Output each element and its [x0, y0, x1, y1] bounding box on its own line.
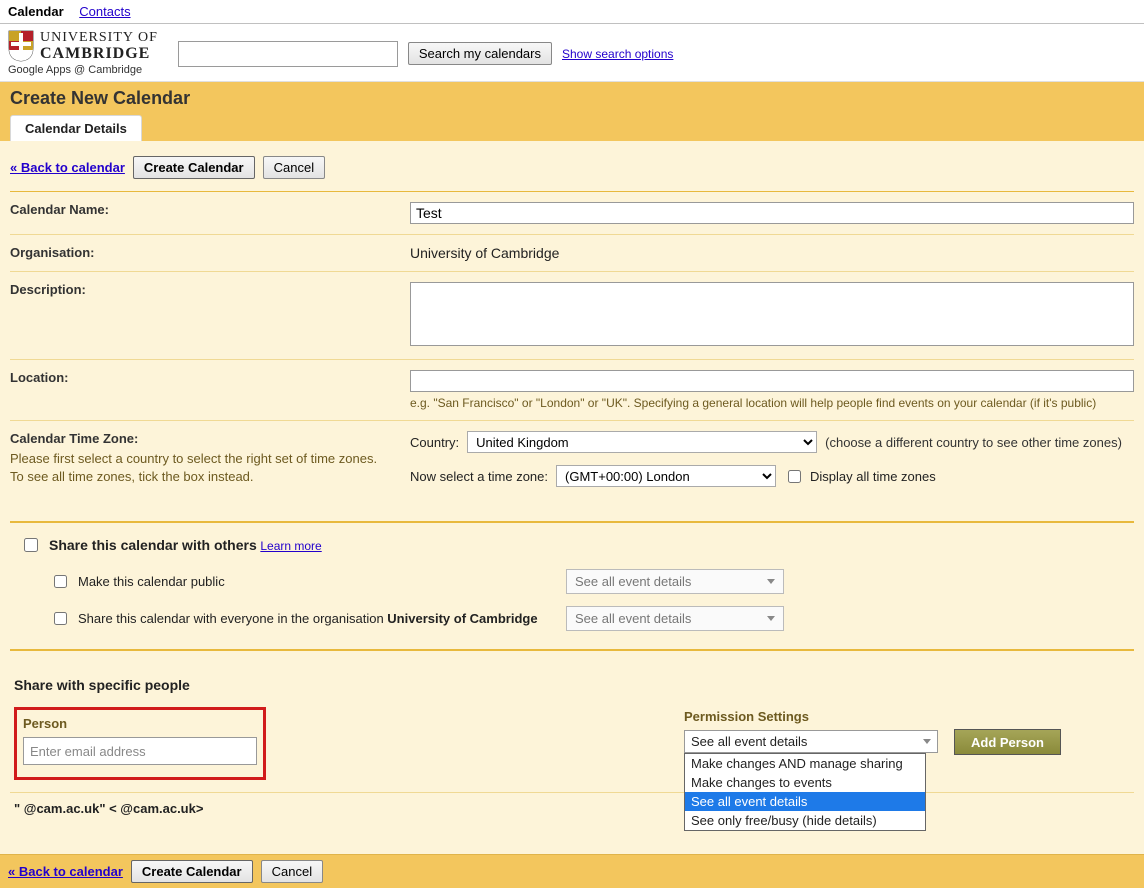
create-calendar-button-bottom[interactable]: Create Calendar: [131, 860, 253, 883]
org-logo: UNIVERSITY OF CAMBRIDGE Google Apps @ Ca…: [8, 30, 158, 77]
person-col-label: Person: [23, 716, 257, 731]
make-public-checkbox[interactable]: [54, 575, 67, 588]
permission-option[interactable]: See all event details: [685, 792, 925, 811]
description-label: Description:: [10, 282, 410, 297]
organisation-value: University of Cambridge: [410, 245, 559, 261]
timezone-select[interactable]: (GMT+00:00) London: [556, 465, 776, 487]
org-line1: UNIVERSITY OF: [40, 30, 158, 45]
cancel-button-top[interactable]: Cancel: [263, 156, 325, 179]
chevron-down-icon: [767, 579, 775, 584]
country-hint: (choose a different country to see other…: [825, 435, 1122, 450]
calendar-name-label: Calendar Name:: [10, 202, 410, 217]
existing-person-entry: " @cam.ac.uk" < @cam.ac.uk>: [14, 801, 203, 816]
permission-option[interactable]: Make changes to events: [685, 773, 925, 792]
top-nav: Calendar Contacts: [0, 0, 1144, 24]
share-with-others-checkbox[interactable]: [24, 538, 38, 552]
display-all-timezones-checkbox[interactable]: [788, 470, 801, 483]
nav-contacts[interactable]: Contacts: [79, 4, 130, 19]
make-public-label: Make this calendar public: [78, 574, 558, 589]
create-calendar-button-top[interactable]: Create Calendar: [133, 156, 255, 179]
public-permission-dropdown[interactable]: See all event details: [566, 569, 784, 594]
page-title: Create New Calendar: [0, 88, 1144, 115]
permission-option[interactable]: Make changes AND manage sharing: [685, 754, 925, 773]
country-select[interactable]: United Kingdom: [467, 431, 817, 453]
permission-option[interactable]: See only free/busy (hide details): [685, 811, 925, 830]
show-search-options-link[interactable]: Show search options: [562, 47, 673, 61]
permission-select[interactable]: See all event details: [684, 730, 938, 753]
timezone-label: Calendar Time Zone:: [10, 431, 138, 446]
share-specific-title: Share with specific people: [10, 663, 1134, 703]
org-line2: CAMBRIDGE: [40, 45, 150, 62]
calendar-name-input[interactable]: [410, 202, 1134, 224]
share-with-others-title: Share this calendar with others: [49, 537, 257, 553]
header: UNIVERSITY OF CAMBRIDGE Google Apps @ Ca…: [0, 24, 1144, 82]
description-textarea[interactable]: [410, 282, 1134, 346]
cancel-button-bottom[interactable]: Cancel: [261, 860, 323, 883]
nav-calendar[interactable]: Calendar: [8, 4, 64, 19]
organisation-label: Organisation:: [10, 245, 410, 260]
chevron-down-icon: [767, 616, 775, 621]
tab-calendar-details[interactable]: Calendar Details: [10, 115, 142, 141]
person-email-input[interactable]: [23, 737, 257, 765]
person-highlight: Person: [14, 707, 266, 780]
org-sub: Google Apps @ Cambridge: [8, 65, 158, 77]
search-input[interactable]: [178, 41, 398, 67]
crest-icon: [8, 30, 34, 62]
location-label: Location:: [10, 370, 410, 385]
timezone-row-label: Now select a time zone:: [410, 469, 548, 484]
share-org-label: Share this calendar with everyone in the…: [78, 611, 558, 626]
timezone-sub: Please first select a country to select …: [10, 450, 380, 486]
location-input[interactable]: [410, 370, 1134, 392]
display-all-timezones-label: Display all time zones: [810, 469, 936, 484]
search-button[interactable]: Search my calendars: [408, 42, 552, 65]
location-hint: e.g. "San Francisco" or "London" or "UK"…: [410, 396, 1134, 410]
chevron-down-icon: [923, 739, 931, 744]
back-to-calendar-link[interactable]: « Back to calendar: [10, 160, 125, 175]
permission-options-list: Make changes AND manage sharing Make cha…: [684, 753, 926, 831]
org-permission-dropdown[interactable]: See all event details: [566, 606, 784, 631]
permission-col-label: Permission Settings: [684, 709, 934, 724]
country-label: Country:: [410, 435, 459, 450]
back-to-calendar-link-bottom[interactable]: « Back to calendar: [8, 864, 123, 879]
learn-more-link[interactable]: Learn more: [260, 539, 321, 553]
share-org-checkbox[interactable]: [54, 612, 67, 625]
add-person-button[interactable]: Add Person: [954, 729, 1061, 755]
